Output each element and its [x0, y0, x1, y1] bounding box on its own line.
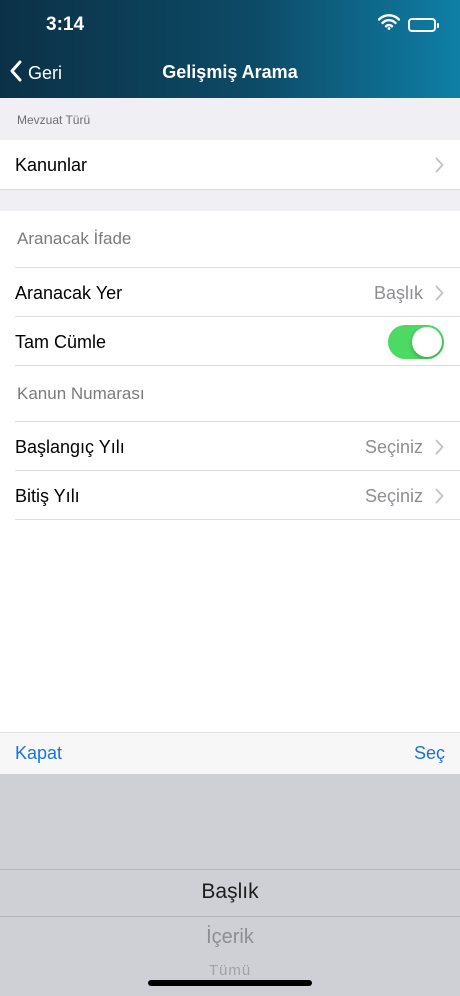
- picker-option[interactable]: Tümü: [0, 962, 460, 979]
- home-indicator: [148, 980, 312, 986]
- option-picker[interactable]: Başlık İçerik Tümü: [0, 774, 460, 996]
- start-year-row[interactable]: Başlangıç Yılı Seçiniz: [0, 422, 460, 472]
- chevron-right-icon: [435, 488, 444, 504]
- legislation-type-row[interactable]: Kanunlar: [0, 140, 460, 190]
- select-button[interactable]: Seç: [414, 743, 445, 764]
- wifi-icon: [377, 14, 401, 35]
- page-title: Gelişmiş Arama: [162, 62, 298, 82]
- status-icons: [377, 14, 439, 35]
- law-number-placeholder: Kanun Numarası: [17, 383, 145, 403]
- search-location-label: Aranacak Yer: [15, 282, 123, 303]
- legislation-type-value: Kanunlar: [15, 154, 88, 175]
- law-number-input[interactable]: Kanun Numarası: [0, 366, 460, 421]
- battery-icon: [408, 17, 439, 32]
- full-sentence-row: Tam Cümle: [0, 317, 460, 367]
- picker-option-selected[interactable]: Başlık: [0, 880, 460, 904]
- chevron-right-icon: [435, 157, 444, 173]
- end-year-value: Seçiniz: [364, 485, 423, 506]
- section-gap: [0, 190, 460, 211]
- status-time: 3:14: [46, 14, 85, 35]
- toggle-knob: [412, 327, 442, 357]
- navigation-header: 3:14 Geri Gelişmiş Arama: [0, 0, 460, 98]
- chevron-right-icon: [435, 285, 444, 301]
- chevron-right-icon: [435, 439, 444, 455]
- section-header-legislation-type: Mevzuat Türü: [0, 98, 460, 140]
- section-header-label: Mevzuat Türü: [17, 113, 91, 127]
- full-sentence-label: Tam Cümle: [15, 331, 107, 352]
- picker-toolbar: Kapat Seç: [0, 732, 460, 774]
- search-location-value: Başlık: [373, 282, 423, 303]
- start-year-label: Başlangıç Yılı: [15, 436, 125, 457]
- end-year-row[interactable]: Bitiş Yılı Seçiniz: [0, 471, 460, 521]
- picker-option[interactable]: İçerik: [0, 926, 460, 949]
- full-sentence-toggle[interactable]: [388, 325, 444, 359]
- end-year-label: Bitiş Yılı: [15, 485, 80, 506]
- search-phrase-input[interactable]: Aranacak İfade: [0, 211, 460, 267]
- close-button[interactable]: Kapat: [15, 743, 62, 764]
- start-year-value: Seçiniz: [364, 436, 423, 457]
- search-location-row[interactable]: Aranacak Yer Başlık: [0, 268, 460, 318]
- search-phrase-placeholder: Aranacak İfade: [17, 229, 132, 248]
- divider: [15, 519, 460, 520]
